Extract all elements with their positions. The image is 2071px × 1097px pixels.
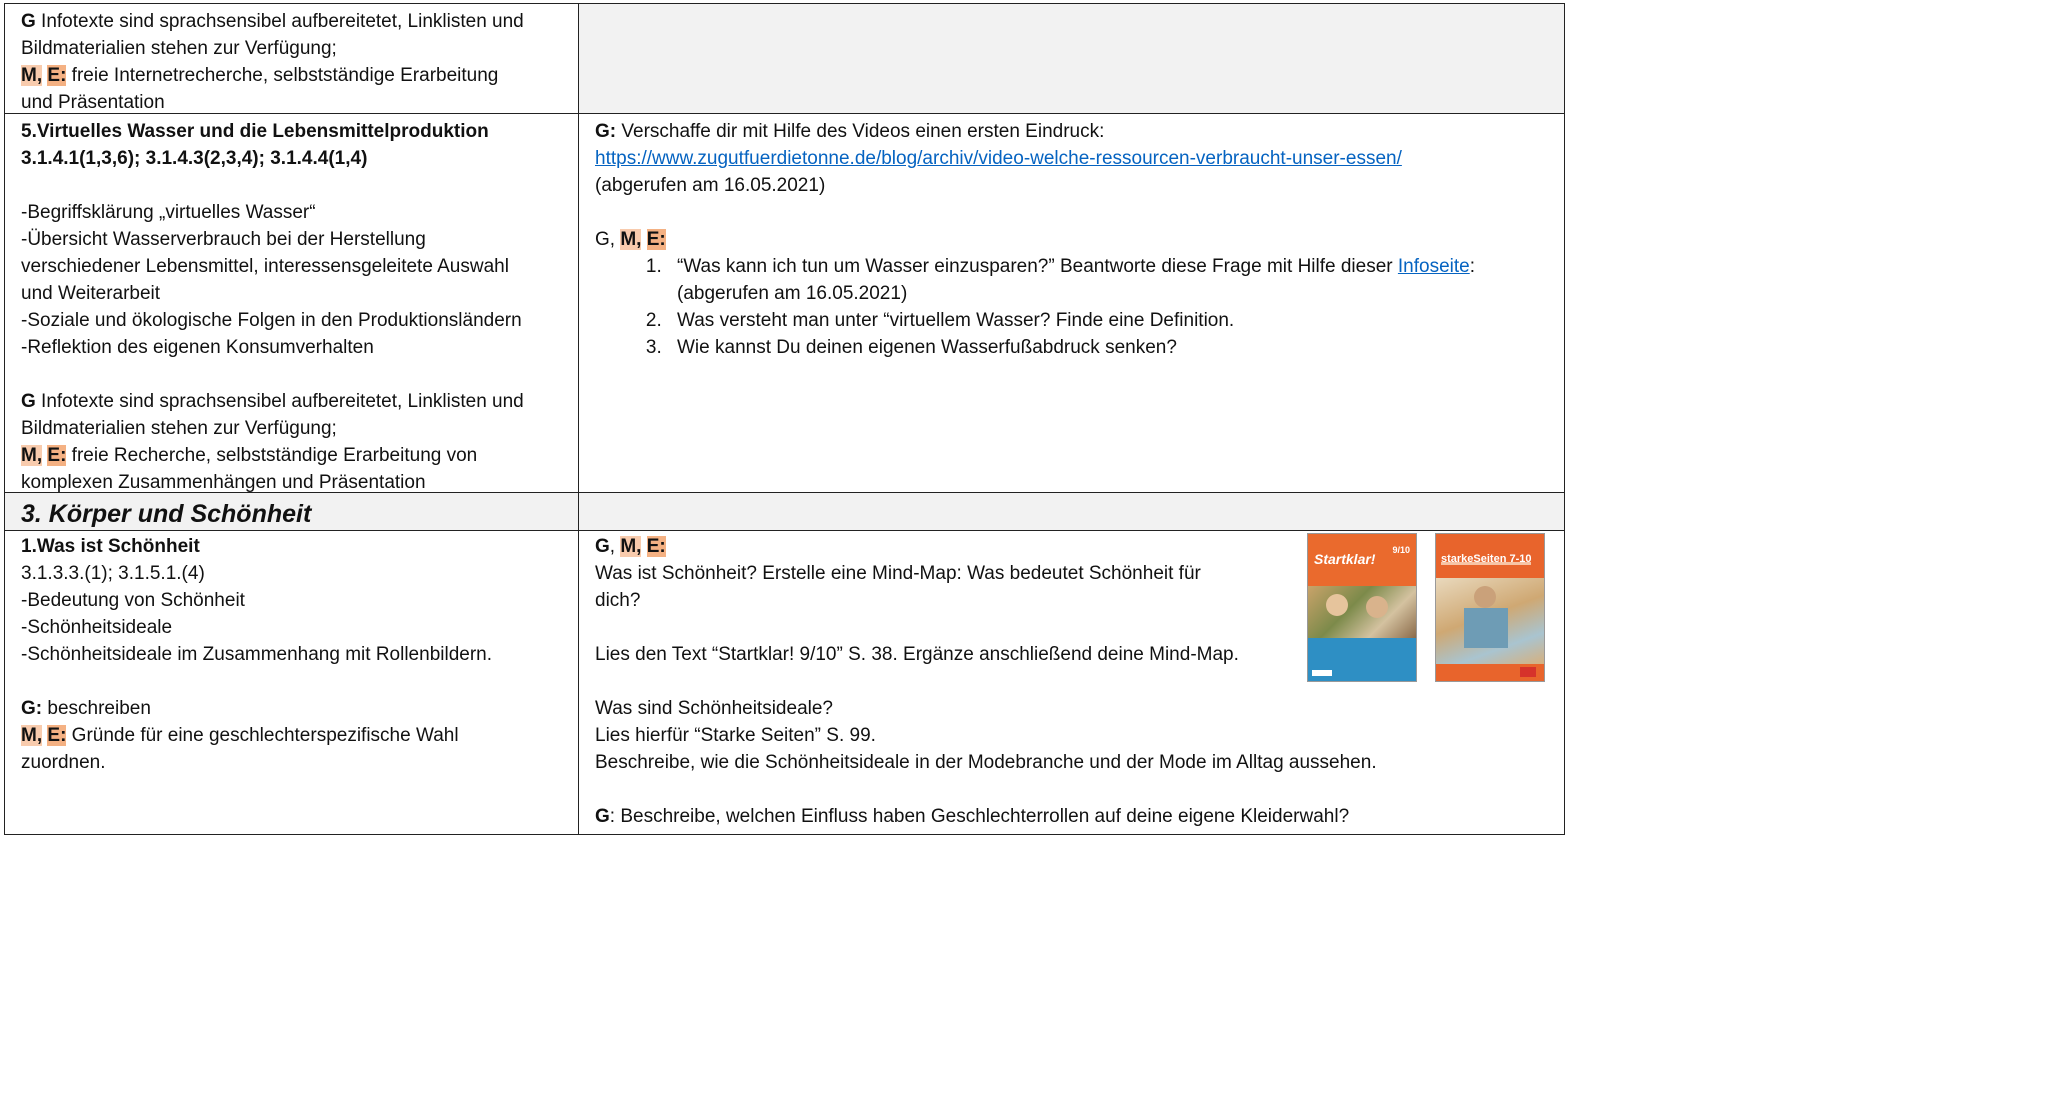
row1-text-line3: M, E: freie Internetrecherche, selbststä… [21,65,499,86]
task-item: Wie kannst Du deinen eigenen Wasserfußab… [667,334,1550,361]
question: Beschreibe, wie die Schönheitsideale in … [595,752,1377,773]
topic-item: -Bedeutung von Schönheit [21,590,245,611]
topic-item: -Reflektion des eigenen Konsumverhalten [21,337,374,358]
topic-codes: 3.1.4.1(1,3,6); 3.1.4.3(2,3,4); 3.1.4.4(… [21,148,368,169]
topic-codes: 3.1.3.3.(1); 3.1.5.1.(4) [21,563,205,584]
topic-item: verschiedener Lebensmittel, interessensg… [21,256,509,277]
row2-right-cell: G: Verschaffe dir mit Hilfe des Videos e… [578,113,1565,493]
row1-right-cell [578,3,1565,114]
row1-left-cell: G Infotexte sind sprachsensibel aufberei… [4,3,579,114]
me-level-text: M, E: Gründe für eine geschlechterspezif… [21,725,459,746]
task-item: “Was kann ich tun um Wasser einzusparen?… [667,253,1550,307]
me-level-text: M, E: freie Recherche, selbstständige Er… [21,445,478,466]
topic-item: -Schönheitsideale im Zusammenhang mit Ro… [21,644,493,665]
task-item: Was versteht man unter “virtuellem Wasse… [667,307,1550,334]
book-title: Startklar! [1314,551,1376,567]
row1-text-line2: Bildmaterialien stehen zur Verfügung; [21,38,337,59]
question: Lies hierfür “Starke Seiten” S. 99. [595,725,876,746]
book-grade: 9/10 [1392,545,1410,555]
section-header-cell: 3. Körper und Schönheit [4,492,579,531]
topic-title: 5.Virtuelles Wasser und die Lebensmittel… [21,121,489,142]
task-list: “Was kann ich tun um Wasser einzusparen?… [595,253,1550,361]
topic-item: -Soziale und ökologische Folgen in den P… [21,310,522,331]
g-level-text: G Infotexte sind sprachsensibel aufberei… [21,391,524,412]
g-level-text: G: beschreiben [21,698,151,719]
section-title: 3. Körper und Schönheit [21,500,312,528]
row1-text-line1: G Infotexte sind sprachsensibel aufberei… [21,11,524,32]
topic-title: 1.Was ist Schönheit [21,536,200,557]
topic-item: -Begriffsklärung „virtuelles Wasser“ [21,202,316,223]
section-header-right-cell [578,492,1565,531]
g-level-text-2: Bildmaterialien stehen zur Verfügung; [21,418,337,439]
video-intro: G: Verschaffe dir mit Hilfe des Videos e… [595,121,1105,142]
accessed-date: (abgerufen am 16.05.2021) [595,175,826,196]
video-link[interactable]: https://www.zugutfuerdietonne.de/blog/ar… [595,148,1402,169]
row2-left-cell: 5.Virtuelles Wasser und die Lebensmittel… [4,113,579,493]
topic-item: -Übersicht Wasserverbrauch bei der Herst… [21,229,426,250]
levels-label: G, M, E: [595,229,666,250]
topic-item: -Schönheitsideale [21,617,173,638]
video-link-line: https://www.zugutfuerdietonne.de/blog/ar… [595,145,1550,172]
me-level-text-2: zuordnen. [21,752,106,773]
book-title: starkeSeiten 7-10 [1441,553,1532,565]
startklar-book-cover: 9/10 Startklar! [1307,533,1417,682]
question: G: Beschreibe, welchen Einfluss haben Ge… [595,806,1350,827]
starke-seiten-book-cover: starkeSeiten 7-10 [1435,533,1545,682]
topic-item: und Weiterarbeit [21,283,161,304]
row1-text-line4: und Präsentation [21,92,165,113]
row4-right-cell: G, M, E: Was ist Schönheit? Erstelle ein… [578,530,1565,835]
row4-left-cell: 1.Was ist Schönheit 3.1.3.3.(1); 3.1.5.1… [4,530,579,835]
question: Was sind Schönheitsideale? [595,698,833,719]
infoseite-link[interactable]: Infoseite [1398,256,1470,277]
